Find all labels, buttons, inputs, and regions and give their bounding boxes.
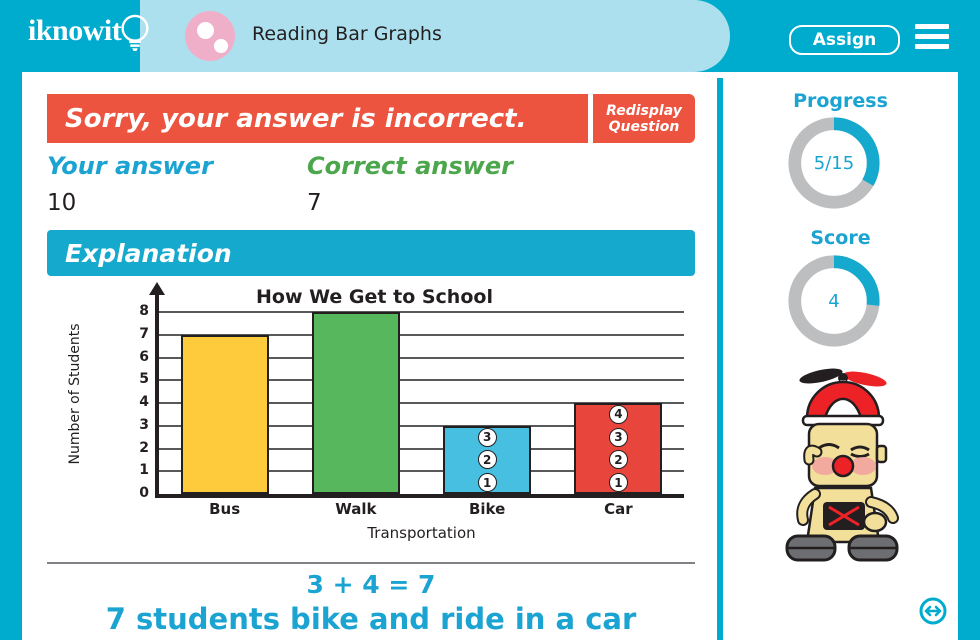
app-root: Reading Bar Graphs iknowit Assign Sorry,…: [0, 0, 980, 640]
chart-bar: [180, 334, 269, 494]
main-panel: Sorry, your answer is incorrect. Redispl…: [22, 72, 717, 640]
chart-bar: [311, 312, 400, 494]
your-answer-value: 10: [47, 190, 77, 216]
chart-y-tick-label: 4: [139, 394, 149, 410]
logo[interactable]: iknowit: [0, 0, 170, 72]
chart-y-tick-label: 1: [139, 462, 149, 479]
left-border-strip: [0, 60, 22, 640]
chart-y-tick-label: 6: [139, 348, 149, 365]
chart-y-tick-label: 3: [139, 416, 149, 433]
chart-y-tick-label: 7: [139, 325, 149, 342]
top-bar: Reading Bar Graphs iknowit Assign: [0, 0, 980, 72]
explanation-heading: Explanation: [65, 238, 232, 268]
chart-bar-counter: 3: [477, 427, 497, 447]
explanation-banner: Explanation: [47, 230, 695, 276]
correct-answer-value: 7: [307, 190, 322, 216]
chart-bar-counter: 1: [477, 473, 497, 493]
explanation-sentence: 7 students bike and ride in a car: [105, 602, 637, 636]
lesson-title-pill: Reading Bar Graphs: [140, 0, 730, 72]
chart-x-axis: [155, 494, 684, 498]
progress-label: Progress: [793, 90, 888, 112]
divider-line: [47, 562, 695, 564]
chart-bar-counter: 2: [477, 450, 497, 470]
dots-circle-icon: [185, 11, 235, 61]
correct-answer-label: Correct answer: [307, 152, 513, 180]
dot-icon-small: [214, 39, 228, 53]
chart-y-tick-label: 5: [139, 371, 149, 388]
chart-y-axis-label: Number of Students: [67, 323, 83, 465]
logo-text: iknowit: [28, 14, 122, 47]
feedback-message: Sorry, your answer is incorrect.: [65, 103, 527, 134]
redisplay-line-2: Question: [608, 118, 680, 135]
right-border-strip: [958, 60, 980, 640]
chart-gridline: [159, 311, 684, 313]
your-answer-label: Your answer: [47, 152, 213, 180]
chart-bar-counter: 3: [608, 427, 628, 447]
lightbulb-icon: [121, 14, 149, 52]
lesson-title: Reading Bar Graphs: [252, 23, 442, 45]
hamburger-menu-icon[interactable]: [915, 24, 949, 50]
chart-bar-counter: 1: [608, 473, 628, 493]
dot-icon-large: [197, 22, 214, 39]
robot-mascot-icon: [785, 368, 899, 562]
score-value: 4: [828, 290, 840, 312]
chart-x-tick-label: Car: [604, 500, 633, 518]
chart-y-axis: [155, 294, 159, 494]
resize-horizontal-icon[interactable]: [919, 597, 947, 625]
chart-bar-counter: 4: [608, 404, 628, 424]
redisplay-line-1: Redisplay: [606, 102, 682, 119]
chart-y-tick-label: 0: [139, 485, 149, 501]
chart-y-tick-label: 2: [139, 439, 149, 456]
sidebar: Progress 5/15 Score 4: [723, 72, 958, 640]
chart-y-tick-label: 8: [139, 303, 149, 319]
redisplay-question-button[interactable]: Redisplay Question: [593, 94, 695, 143]
chart-y-axis-arrow-icon: [149, 282, 165, 295]
score-label: Score: [810, 227, 871, 249]
feedback-banner: Sorry, your answer is incorrect.: [47, 94, 588, 143]
assign-button[interactable]: Assign: [789, 25, 900, 55]
chart-x-tick-label: Walk: [335, 500, 377, 518]
explanation-equation: 3 + 4 = 7: [306, 570, 436, 599]
progress-value: 5/15: [813, 152, 855, 174]
chart-plot-area: 0 1 2 3 4 5 6 7 8 Bus Walk 1 2 3 Bike 1 2 3 4 Car: [139, 282, 684, 518]
assign-button-label: Assign: [812, 30, 877, 50]
chart-x-tick-label: Bus: [209, 500, 241, 518]
chart-x-tick-label: Bike: [468, 500, 506, 518]
chart-x-axis-label: Transportation: [367, 524, 476, 542]
bar-chart: How We Get to School Number of Students …: [47, 282, 702, 554]
